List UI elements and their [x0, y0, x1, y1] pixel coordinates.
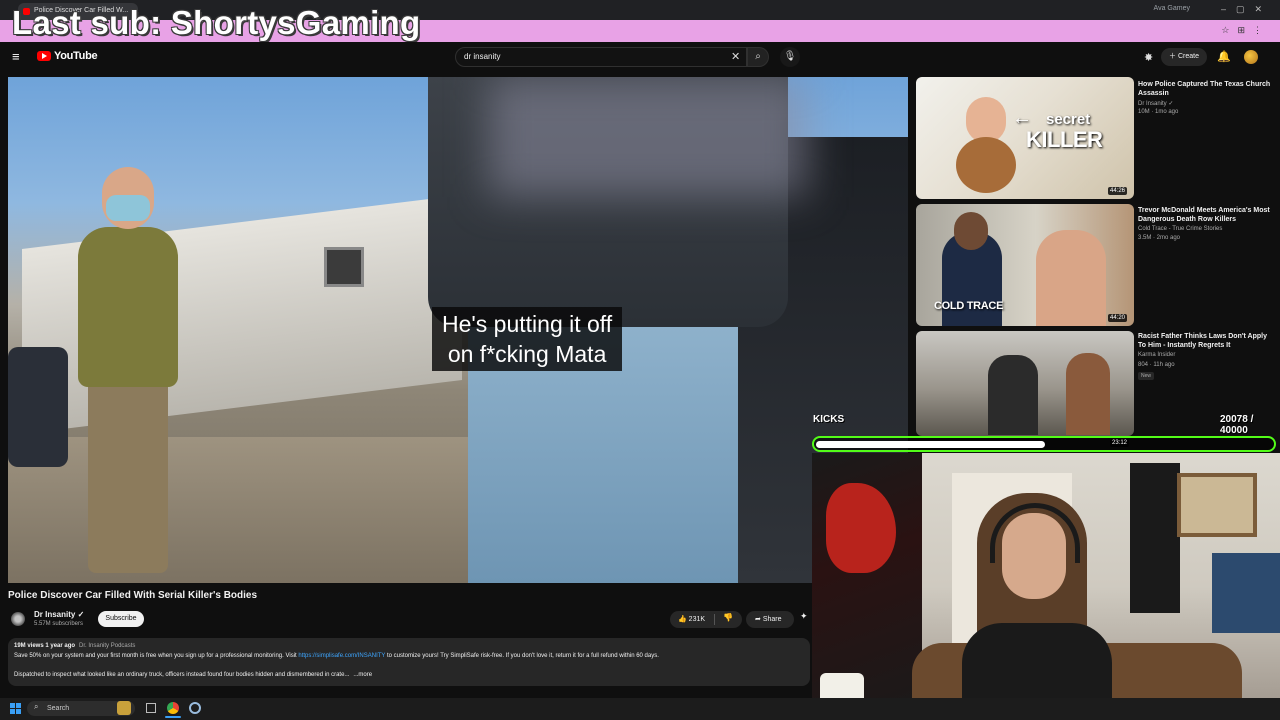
thumbnail-text: secret: [1046, 111, 1091, 128]
search-button[interactable]: ⌕: [747, 47, 769, 67]
description-text: Save 50% on your system and your first m…: [14, 653, 299, 659]
account-avatar[interactable]: [1244, 50, 1258, 64]
recommendation-thumbnail[interactable]: [916, 331, 1134, 436]
like-divider: [714, 614, 715, 625]
video-duration: 44:20: [1108, 314, 1128, 322]
notifications-bell-icon[interactable]: 🔔: [1217, 50, 1231, 63]
recommendation-thumbnail[interactable]: COLD TRACE 44:20: [916, 204, 1134, 326]
recommendation-channel[interactable]: Cold Trace - True Crime Stories: [1138, 226, 1222, 232]
recommendation-title[interactable]: How Police Captured The Texas Church Ass…: [1138, 80, 1272, 98]
app-icon[interactable]: [189, 702, 201, 714]
thumbs-up-icon: 👍: [678, 616, 689, 623]
recommendation-title[interactable]: Racist Father Thinks Laws Don't Apply To…: [1138, 332, 1272, 350]
kicks-goal-progress-fill: [816, 441, 1045, 448]
window-controls[interactable]: –▢✕: [1221, 4, 1272, 15]
description-tag[interactable]: Dr. Insanity Podcasts: [79, 643, 135, 649]
share-label: Share: [762, 616, 782, 623]
chrome-icon[interactable]: [167, 702, 179, 714]
channel-avatar[interactable]: [11, 612, 25, 626]
share-button[interactable]: ➦ Share: [746, 611, 794, 628]
search-highlight-icon[interactable]: [117, 701, 131, 715]
recommendation-stats: 804 · 11h ago: [1138, 362, 1175, 368]
new-badge: New: [1138, 372, 1155, 380]
subscriber-count: 5.57M subscribers: [34, 621, 84, 627]
description-meta: 19M views 1 year ago Dr. Insanity Podcast…: [14, 643, 135, 649]
more-actions-icon[interactable]: ✦: [800, 611, 808, 622]
create-label: Create: [1177, 53, 1199, 60]
plus-icon: ＋: [1169, 53, 1178, 60]
description-link[interactable]: https://simplisafe.com/INSANITY: [298, 653, 385, 659]
share-icon: ➦: [755, 616, 763, 623]
video-duration: 44:26: [1108, 187, 1128, 195]
video-subtitle: He's putting it off on f*cking Mata: [432, 307, 623, 371]
subtitle-line-1: He's putting it off: [442, 311, 613, 337]
search-icon: ⌕: [755, 51, 761, 62]
kicks-goal-label: KICKS: [813, 414, 845, 425]
browser-toolbar-icons[interactable]: ☆⊞⋮: [1221, 25, 1270, 36]
officer-figure: [68, 157, 188, 577]
recommendation-thumbnail[interactable]: ← secret KILLER 44:26: [916, 77, 1134, 199]
microphone-icon: 🎙: [783, 51, 797, 62]
verified-icon: ✓: [77, 610, 85, 619]
subscribe-button[interactable]: Subscribe: [98, 611, 144, 627]
last-sub-banner: Last sub: ShortysGaming: [12, 4, 421, 41]
video-title: Police Discover Car Filled With Serial K…: [8, 590, 258, 601]
active-app-indicator: [165, 716, 181, 718]
kicks-goal-progress-bar: [812, 436, 1276, 452]
verified-icon: ✓: [1168, 101, 1174, 107]
streamer-webcam: [812, 453, 1280, 720]
thumbnail-text: COLD TRACE: [934, 300, 1004, 312]
recommendation-channel-text: Dr Insanity: [1138, 101, 1167, 107]
youtube-wordmark[interactable]: YouTube: [54, 50, 98, 62]
voice-search-button[interactable]: 🎙: [780, 47, 800, 67]
description-line-1: Save 50% on your system and your first m…: [14, 653, 659, 659]
recommendation-stats: 10M · 1mo ago: [1138, 109, 1179, 115]
windows-start-icon[interactable]: [10, 703, 21, 714]
hamburger-menu-icon[interactable]: ≡: [12, 50, 24, 64]
description-text: to customize yours! Try SimpliSafe risk-…: [385, 653, 659, 659]
thumbnail-text: KILLER: [1026, 127, 1103, 152]
clear-search-icon[interactable]: ✕: [731, 50, 740, 63]
recommendation-channel[interactable]: Karma Insider: [1138, 352, 1175, 358]
show-more-link[interactable]: ...more: [353, 672, 372, 678]
recommendation-title[interactable]: Trevor McDonald Meets America's Most Dan…: [1138, 206, 1272, 224]
browser-profile[interactable]: Ava Gamey: [1154, 5, 1190, 12]
car-scene: [8, 347, 68, 467]
extension-icon[interactable]: ✸: [1144, 51, 1153, 64]
recommendation-channel[interactable]: Dr Insanity ✓: [1138, 100, 1173, 107]
youtube-logo-icon[interactable]: [37, 51, 51, 61]
description-text: Dispatched to inspect what looked like a…: [14, 672, 350, 678]
channel-name-text: Dr Insanity: [34, 610, 76, 619]
thumbs-down-icon[interactable]: 👎: [723, 613, 733, 622]
search-input-value[interactable]: dr insanity: [464, 52, 500, 61]
video-duration: 23:12: [1110, 439, 1130, 447]
video-player[interactable]: He's putting it off on f*cking Mata: [8, 77, 908, 583]
view-count: 19M views 1 year ago: [14, 643, 76, 649]
channel-name[interactable]: Dr Insanity ✓: [34, 610, 84, 619]
trailer-window-scene: [324, 247, 364, 287]
subtitle-line-2: on f*cking Mata: [447, 341, 607, 367]
description-line-2: Dispatched to inspect what looked like a…: [14, 672, 372, 678]
create-button[interactable]: ＋ Create: [1161, 48, 1207, 66]
like-count: 231K: [688, 616, 706, 623]
search-icon: ⌕: [34, 702, 39, 711]
recommendation-stats: 3.5M · 2mo ago: [1138, 235, 1181, 241]
kicks-goal-count: 20078 / 40000: [1220, 414, 1254, 436]
file-explorer-icon[interactable]: [146, 703, 156, 713]
